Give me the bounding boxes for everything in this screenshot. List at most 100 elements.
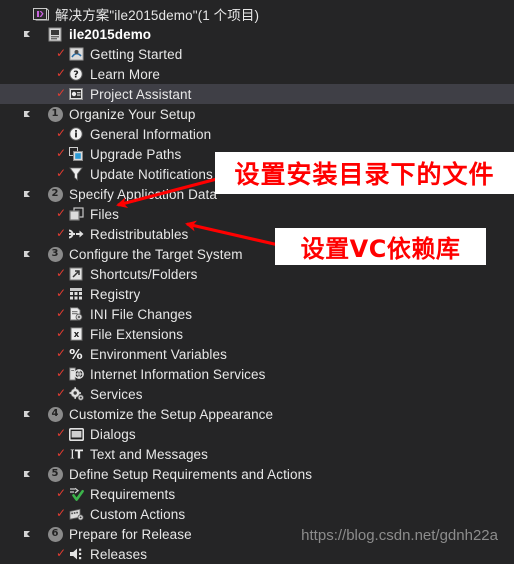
tree-row-ini-file-changes[interactable]: ✓ INI File Changes	[0, 304, 514, 324]
tree-row-dialogs[interactable]: ✓ Dialogs	[0, 424, 514, 444]
expander-placeholder	[43, 228, 56, 241]
tree-item-label: Internet Information Services	[90, 366, 266, 382]
solution-explorer-tree[interactable]: ✓ 解决方案"ile2015demo"(1 个项目) ✓ ile2015demo	[0, 0, 514, 564]
expander-placeholder	[43, 168, 56, 181]
tree-row-file-extensions[interactable]: ✓ x File Extensions	[0, 324, 514, 344]
solution-label: 解决方案"ile2015demo"(1 个项目)	[55, 8, 260, 23]
number-circle-icon: 2	[46, 186, 64, 202]
tree-row-getting-started[interactable]: ✓ Getting Started	[0, 44, 514, 64]
tree-item-label: Dialogs	[90, 426, 136, 442]
expander-triangle-icon[interactable]	[22, 528, 35, 541]
expander-triangle-icon[interactable]	[22, 468, 35, 481]
checkmark-icon: ✓	[56, 366, 67, 380]
tree-item-label: Files	[90, 206, 120, 222]
tree-item-label: Update Notifications	[90, 166, 213, 182]
checkmark-icon: ✓	[56, 86, 67, 100]
checkmark-icon: ✓	[56, 266, 67, 280]
checkmark-icon: ✓	[56, 426, 67, 440]
tree-rows-container: ✓ Getting Started ✓? Learn More ✓ Project Ass…	[0, 44, 514, 564]
check-placeholder: ✓	[35, 527, 46, 539]
installshield-project-icon	[46, 26, 64, 42]
expander-triangle-icon[interactable]	[22, 108, 35, 121]
tree-item-label: Define Setup Requirements and Actions	[69, 466, 313, 482]
tree-row-registry[interactable]: ✓ Registry	[0, 284, 514, 304]
number-circle-icon: 4	[46, 406, 64, 422]
tree-row-solution[interactable]: ✓ 解决方案"ile2015demo"(1 个项目)	[0, 4, 514, 24]
checkmark-icon: ✓	[56, 306, 67, 320]
expander-placeholder	[43, 388, 56, 401]
svg-text:%: %	[69, 347, 83, 361]
check-placeholder: ✓	[35, 187, 46, 199]
tree-item-label: Registry	[90, 286, 141, 302]
custom-actions-icon	[67, 506, 85, 522]
registry-icon	[67, 286, 85, 302]
expander-placeholder	[43, 488, 56, 501]
expander-placeholder	[43, 268, 56, 281]
tree-item-label: Getting Started	[90, 46, 183, 62]
tree-row-project[interactable]: ✓ ile2015demo	[0, 24, 514, 44]
shortcuts-folders-icon	[67, 266, 85, 282]
files-icon	[67, 206, 85, 222]
percent-icon: %	[67, 346, 85, 362]
tree-row-organize-your-setup[interactable]: ✓1 Organize Your Setup	[0, 104, 514, 124]
tree-row-internet-information-services[interactable]: ✓ Internet Information Services	[0, 364, 514, 384]
tree-row-requirements[interactable]: ✓ Requirements	[0, 484, 514, 504]
number-badge: 3	[47, 246, 63, 262]
dialogs-window-icon	[67, 426, 85, 442]
tree-row-text-and-messages[interactable]: ✓ I T Text and Messages	[0, 444, 514, 464]
expander-placeholder	[43, 448, 56, 461]
number-circle-icon: 6	[46, 526, 64, 542]
tree-item-label: Specify Application Data	[69, 186, 217, 202]
expander-placeholder	[43, 128, 56, 141]
question-mark-icon: ?	[67, 66, 85, 82]
expander-project[interactable]	[22, 28, 35, 41]
tree-item-label: Text and Messages	[90, 446, 209, 462]
tree-row-services[interactable]: ✓ Services	[0, 384, 514, 404]
text-messages-icon: IT	[67, 446, 85, 462]
checkmark-icon: ✓	[56, 446, 67, 460]
checkmark-icon: ✓	[56, 286, 67, 300]
expander-placeholder	[43, 548, 56, 561]
checkmark-icon: ✓	[56, 206, 67, 220]
expander-placeholder	[43, 348, 56, 361]
expander-triangle-icon[interactable]	[22, 408, 35, 421]
getting-started-icon	[67, 46, 85, 62]
expander-placeholder	[43, 208, 56, 221]
checkmark-icon: ✓	[56, 126, 67, 140]
number-badge: 6	[47, 526, 63, 542]
tree-row-learn-more[interactable]: ✓? Learn More	[0, 64, 514, 84]
tree-item-label: Customize the Setup Appearance	[69, 406, 274, 422]
tree-item-label: General Information	[90, 126, 212, 142]
expander-placeholder	[43, 368, 56, 381]
services-gear-icon	[67, 386, 85, 402]
redistributables-icon	[67, 226, 85, 242]
tree-row-project-assistant[interactable]: ✓ Project Assistant	[0, 84, 514, 104]
releases-icon	[67, 546, 85, 562]
expander-triangle-icon[interactable]	[22, 188, 35, 201]
expander-triangle-icon[interactable]	[22, 248, 35, 261]
checkmark-icon: ✓	[56, 346, 67, 360]
tree-item-label: Upgrade Paths	[90, 146, 182, 162]
tree-row-files[interactable]: ✓ Files	[0, 204, 514, 224]
tree-item-label: Shortcuts/Folders	[90, 266, 198, 282]
tree-item-label: Services	[90, 386, 143, 402]
requirements-check-icon	[67, 486, 85, 502]
upgrade-paths-icon	[67, 146, 85, 162]
checkmark-icon: ✓	[56, 486, 67, 500]
svg-text:T: T	[74, 448, 83, 462]
check-placeholder: ✓	[21, 7, 32, 19]
tree-item-label: Project Assistant	[90, 86, 192, 102]
tree-row-environment-variables[interactable]: ✓% Environment Variables	[0, 344, 514, 364]
number-badge: 5	[47, 466, 63, 482]
watermark-text: https://blog.csdn.net/gdnh22a	[301, 527, 498, 544]
checkmark-icon: ✓	[56, 386, 67, 400]
tree-row-define-setup-requirements-and-actions[interactable]: ✓5 Define Setup Requirements and Actions	[0, 464, 514, 484]
tree-row-shortcuts-folders[interactable]: ✓ Shortcuts/Folders	[0, 264, 514, 284]
project-label: ile2015demo	[69, 26, 152, 42]
tree-row-custom-actions[interactable]: ✓ Custom Actions	[0, 504, 514, 524]
check-placeholder: ✓	[35, 247, 46, 259]
tree-row-releases[interactable]: ✓ Releases	[0, 544, 514, 564]
tree-row-general-information[interactable]: ✓ General Information	[0, 124, 514, 144]
tree-row-customize-the-setup-appearance[interactable]: ✓4 Customize the Setup Appearance	[0, 404, 514, 424]
expander-placeholder	[43, 328, 56, 341]
